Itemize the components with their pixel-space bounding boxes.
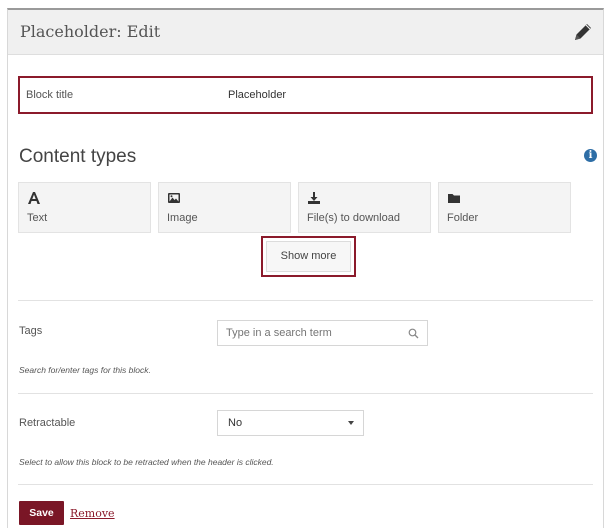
tags-search-field — [217, 320, 428, 346]
tags-search-input[interactable] — [226, 321, 396, 345]
caret-down-icon — [348, 421, 354, 425]
retractable-label: Retractable — [19, 417, 76, 429]
remove-link[interactable]: Remove — [70, 507, 115, 520]
pencil-icon[interactable] — [571, 20, 595, 44]
content-type-folder[interactable]: Folder — [438, 182, 571, 233]
image-icon — [168, 193, 180, 203]
retractable-selected-value: No — [228, 417, 243, 429]
block-title-row: Block title — [18, 76, 593, 114]
tags-help-text: Search for/enter tags for this block. — [19, 365, 151, 375]
block-config-panel: Placeholder: Edit Block title Content ty… — [7, 8, 604, 528]
block-title-input[interactable] — [219, 82, 589, 108]
content-type-text[interactable]: Text — [18, 182, 151, 233]
content-type-label: Folder — [447, 212, 479, 224]
content-type-file-download[interactable]: File(s) to download — [298, 182, 431, 233]
divider — [18, 393, 593, 394]
retractable-select[interactable]: No — [217, 410, 364, 436]
block-title-label: Block title — [26, 89, 74, 101]
content-type-label: Image — [167, 212, 198, 224]
panel-title: Placeholder: Edit — [20, 22, 161, 41]
show-more-button[interactable]: Show more — [266, 241, 351, 272]
content-type-label: Text — [27, 212, 48, 224]
content-type-image[interactable]: Image — [158, 182, 291, 233]
content-types-heading: Content types — [19, 146, 137, 167]
divider — [18, 484, 593, 485]
tags-label: Tags — [19, 325, 43, 337]
show-more-highlight: Show more — [261, 236, 356, 277]
folder-icon — [448, 194, 460, 203]
text-icon — [28, 192, 40, 204]
info-icon[interactable]: i — [584, 149, 597, 162]
download-icon — [308, 192, 320, 204]
search-icon[interactable] — [408, 328, 419, 339]
panel-header: Placeholder: Edit — [8, 10, 603, 55]
save-button[interactable]: Save — [19, 501, 64, 525]
divider — [18, 300, 593, 301]
retractable-help-text: Select to allow this block to be retract… — [19, 457, 274, 467]
content-type-label: File(s) to download — [307, 212, 400, 224]
